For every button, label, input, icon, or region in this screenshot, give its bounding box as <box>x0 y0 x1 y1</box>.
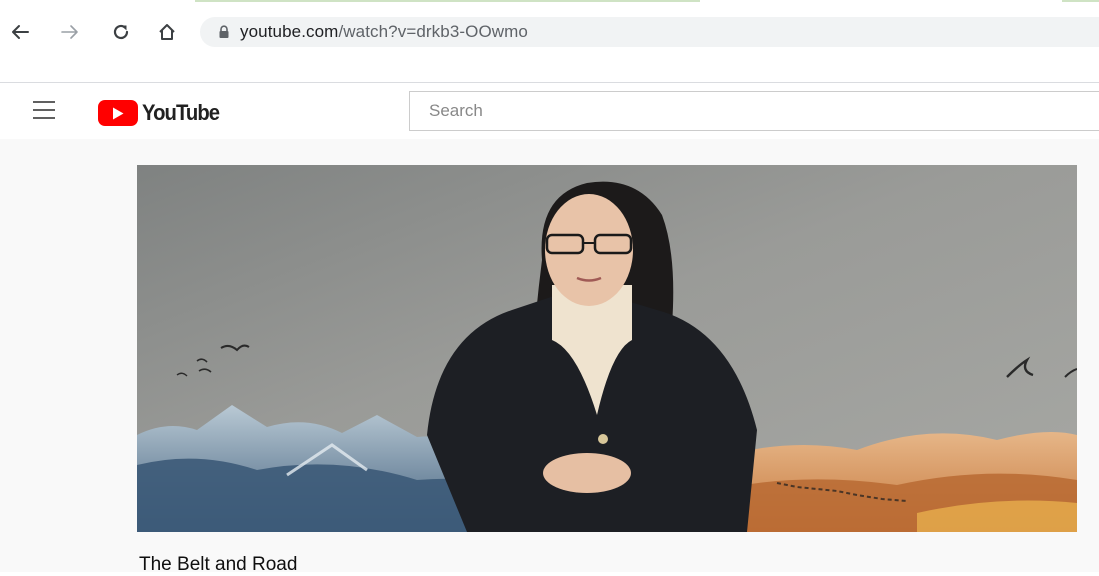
browser-toolbar: youtube.com/watch?v=drkb3-OOwmo <box>0 0 1099 62</box>
home-button[interactable] <box>155 20 179 44</box>
home-icon <box>159 24 175 40</box>
address-bar[interactable]: youtube.com/watch?v=drkb3-OOwmo <box>200 17 1099 47</box>
youtube-wordmark: YouTube <box>142 100 220 125</box>
video-title: The Belt and Road <box>139 554 298 575</box>
reload-button[interactable] <box>109 20 133 44</box>
youtube-masthead: YouTube <box>0 83 1099 139</box>
url-domain: youtube.com <box>240 22 339 41</box>
url-text[interactable]: youtube.com/watch?v=drkb3-OOwmo <box>240 22 528 42</box>
reload-icon <box>113 24 129 40</box>
back-button[interactable] <box>8 20 32 44</box>
play-icon <box>98 100 138 126</box>
tab-accent-line <box>195 0 700 2</box>
tab-accent-line <box>1062 0 1099 2</box>
back-arrow-icon <box>12 25 29 39</box>
forward-button[interactable] <box>58 20 82 44</box>
video-frame <box>137 165 1077 532</box>
url-path: /watch?v=drkb3-OOwmo <box>338 22 528 41</box>
hamburger-menu-icon[interactable] <box>33 101 57 121</box>
lock-icon[interactable] <box>218 25 230 39</box>
youtube-logo[interactable]: YouTube <box>98 100 226 126</box>
search-box[interactable] <box>409 91 1099 131</box>
forward-arrow-icon <box>61 25 78 39</box>
video-player[interactable] <box>137 165 1077 532</box>
search-input[interactable] <box>410 92 1099 130</box>
